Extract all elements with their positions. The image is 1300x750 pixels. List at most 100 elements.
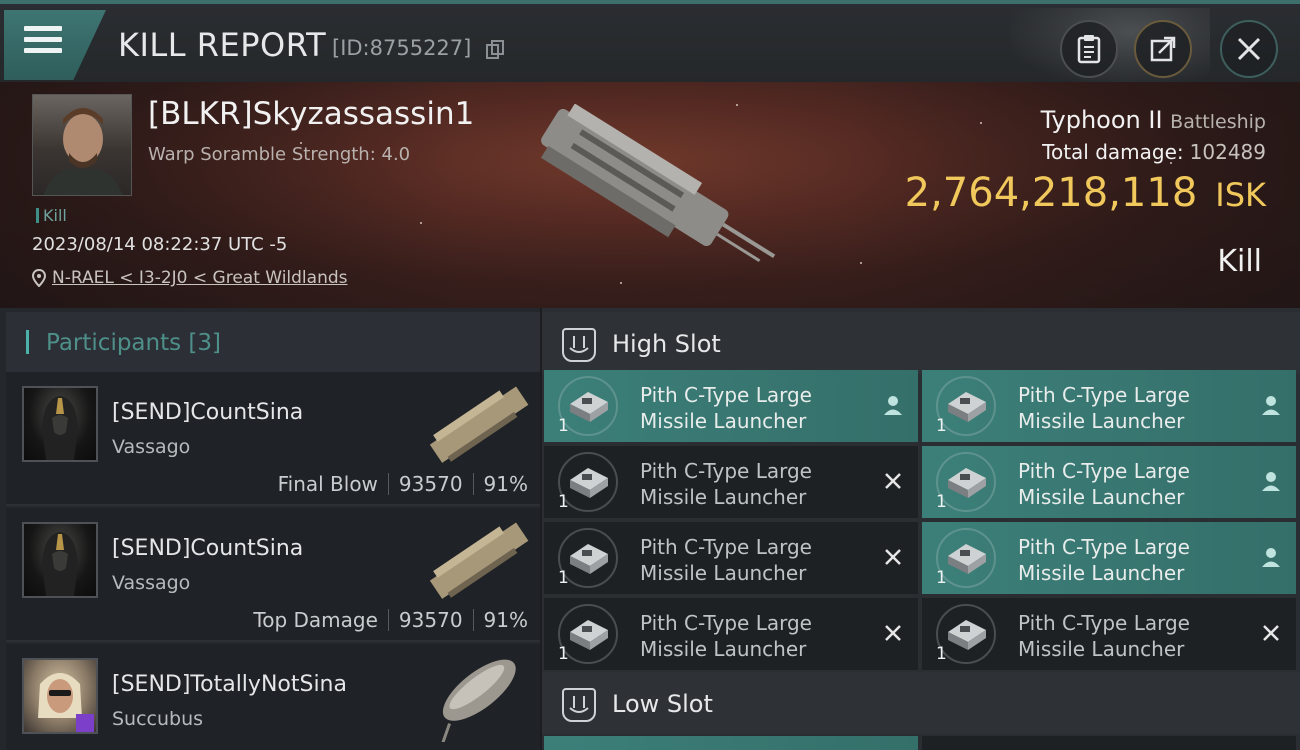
report-id: [ID:8755227] [332,36,472,60]
low-slot-module-partial[interactable] [544,736,918,750]
participant-avatar[interactable] [22,658,98,734]
high-slot-module[interactable]: 1 Pith C-Type Large Missile Launcher [922,370,1296,442]
module-name-line2: Missile Launcher [640,485,807,509]
victim-subtitle: Warp Soramble Strength: 4.0 [148,144,411,165]
module-name-line2: Missile Launcher [1018,561,1185,585]
participant-percent: 91% [483,608,528,632]
high-slot-module[interactable]: 1 Pith C-Type Large Missile Launcher [544,446,918,518]
module-name-line1: Pith C-Type Large [1018,459,1190,483]
kill-tag: Kill [36,206,67,225]
module-quantity: 1 [558,492,569,512]
module-quantity: 1 [936,644,947,664]
participants-panel: Participants [3] [SEND]CountSina Vassago… [0,308,540,750]
participant-name[interactable]: [SEND]CountSina [112,400,303,425]
participant-ship: Succubus [112,708,204,730]
module-quantity: 1 [558,416,569,436]
destroyed-x-icon [1263,625,1279,641]
kill-result: Kill [1217,244,1262,279]
participant-stats: Final Blow 93570 91% [278,472,528,496]
share-button[interactable] [1134,20,1192,78]
participant-name[interactable]: [SEND]TotallyNotSina [112,672,347,697]
high-slot-module[interactable]: 1 Pith C-Type Large Missile Launcher [544,598,918,670]
location-link[interactable]: N-RAEL < I3-2J0 < Great Wildlands [32,268,348,288]
person-icon [1262,472,1280,491]
missile-launcher-icon [948,468,986,498]
module-name-line1: Pith C-Type Large [1018,535,1190,559]
location-text[interactable]: N-RAEL < I3-2J0 < Great Wildlands [52,268,348,288]
missile-launcher-icon [570,620,608,650]
high-slot-module[interactable]: 1 Pith C-Type Large Missile Launcher [922,522,1296,594]
victim-ship-image [540,104,776,263]
participants-label: Participants [46,330,182,356]
high-slot-header: High Slot [542,312,1300,374]
total-damage-label: Total damage: [1042,140,1184,164]
victim-avatar[interactable] [32,94,132,196]
module-name-line2: Missile Launcher [1018,485,1185,509]
participant-damage: 93570 [398,608,463,632]
module-name-line1: Pith C-Type Large [640,459,812,483]
copy-icon[interactable] [486,40,504,60]
participant-role: Top Damage [253,608,378,632]
module-name-line1: Pith C-Type Large [640,383,812,407]
participant-row[interactable]: [SEND]TotallyNotSina Succubus [6,644,540,750]
destroyed-x-icon [885,625,901,641]
participant-name[interactable]: [SEND]CountSina [112,536,303,561]
participant-damage: 93570 [398,472,463,496]
module-name: Pith C-Type Large Missile Launcher [640,382,860,434]
ship-class: Battleship [1170,111,1266,133]
participant-ship-image [429,522,529,599]
participant-row[interactable]: [SEND]CountSina Vassago Top Damage 93570 9… [6,508,540,642]
high-slot-title: High Slot [612,330,721,358]
high-slot-module[interactable]: 1 Pith C-Type Large Missile Launcher [544,370,918,442]
module-name: Pith C-Type Large Missile Launcher [1018,382,1238,434]
low-slot-header: Low Slot [542,672,1300,734]
victim-banner: [BLKR]Skyzassassin1 Warp Soramble Streng… [0,82,1300,308]
participant-ship-image [429,386,529,463]
kill-timestamp: 2023/08/14 08:22:37 UTC -5 [32,234,288,255]
module-name: Pith C-Type Large Missile Launcher [1018,534,1238,586]
participant-avatar[interactable] [22,522,98,598]
missile-launcher-icon [570,392,608,422]
participant-percent: 91% [483,472,528,496]
module-name-line2: Missile Launcher [1018,637,1185,661]
module-quantity: 1 [936,492,947,512]
high-slot-module[interactable]: 1 Pith C-Type Large Missile Launcher [922,446,1296,518]
participants-header: Participants [3] [6,312,540,372]
module-name-line1: Pith C-Type Large [640,535,812,559]
participant-avatar[interactable] [22,386,98,462]
low-slot-title: Low Slot [612,690,713,718]
top-bar: KILL REPORT [ID:8755227] [0,0,1300,86]
total-damage-value: 102489 [1189,140,1266,164]
high-slot-module[interactable]: 1 Pith C-Type Large Missile Launcher [544,522,918,594]
module-name-line1: Pith C-Type Large [1018,383,1190,407]
page-title: KILL REPORT [118,26,327,64]
module-name: Pith C-Type Large Missile Launcher [640,610,860,662]
high-slot-module[interactable]: 1 Pith C-Type Large Missile Launcher [922,598,1296,670]
participant-role: Final Blow [277,472,378,496]
location-pin-icon [32,269,46,287]
close-button[interactable] [1220,20,1278,78]
missile-launcher-icon [948,392,986,422]
module-quantity: 1 [558,644,569,664]
person-icon [1262,548,1280,567]
module-name: Pith C-Type Large Missile Launcher [640,534,860,586]
participant-row[interactable]: [SEND]CountSina Vassago Final Blow 93570 9… [6,372,540,506]
victim-name[interactable]: [BLKR]Skyzassassin1 [148,96,474,132]
module-name: Pith C-Type Large Missile Launcher [640,458,860,510]
isk-amount: 2,764,218,118 [904,170,1198,216]
clipboard-button[interactable] [1060,20,1118,78]
module-quantity: 1 [558,568,569,588]
missile-launcher-icon [570,544,608,574]
module-quantity: 1 [936,568,947,588]
module-name-line2: Missile Launcher [640,637,807,661]
module-name-line2: Missile Launcher [640,561,807,585]
clipboard-icon [1077,35,1101,64]
low-slot-module-partial[interactable] [922,736,1296,750]
missile-launcher-icon [948,544,986,574]
module-name-line1: Pith C-Type Large [640,611,812,635]
ship-name: Typhoon II [1040,106,1163,134]
total-damage: Total damage: 102489 [1042,140,1266,164]
module-name-line1: Pith C-Type Large [1018,611,1190,635]
person-icon [884,396,902,415]
menu-icon[interactable] [24,26,62,56]
